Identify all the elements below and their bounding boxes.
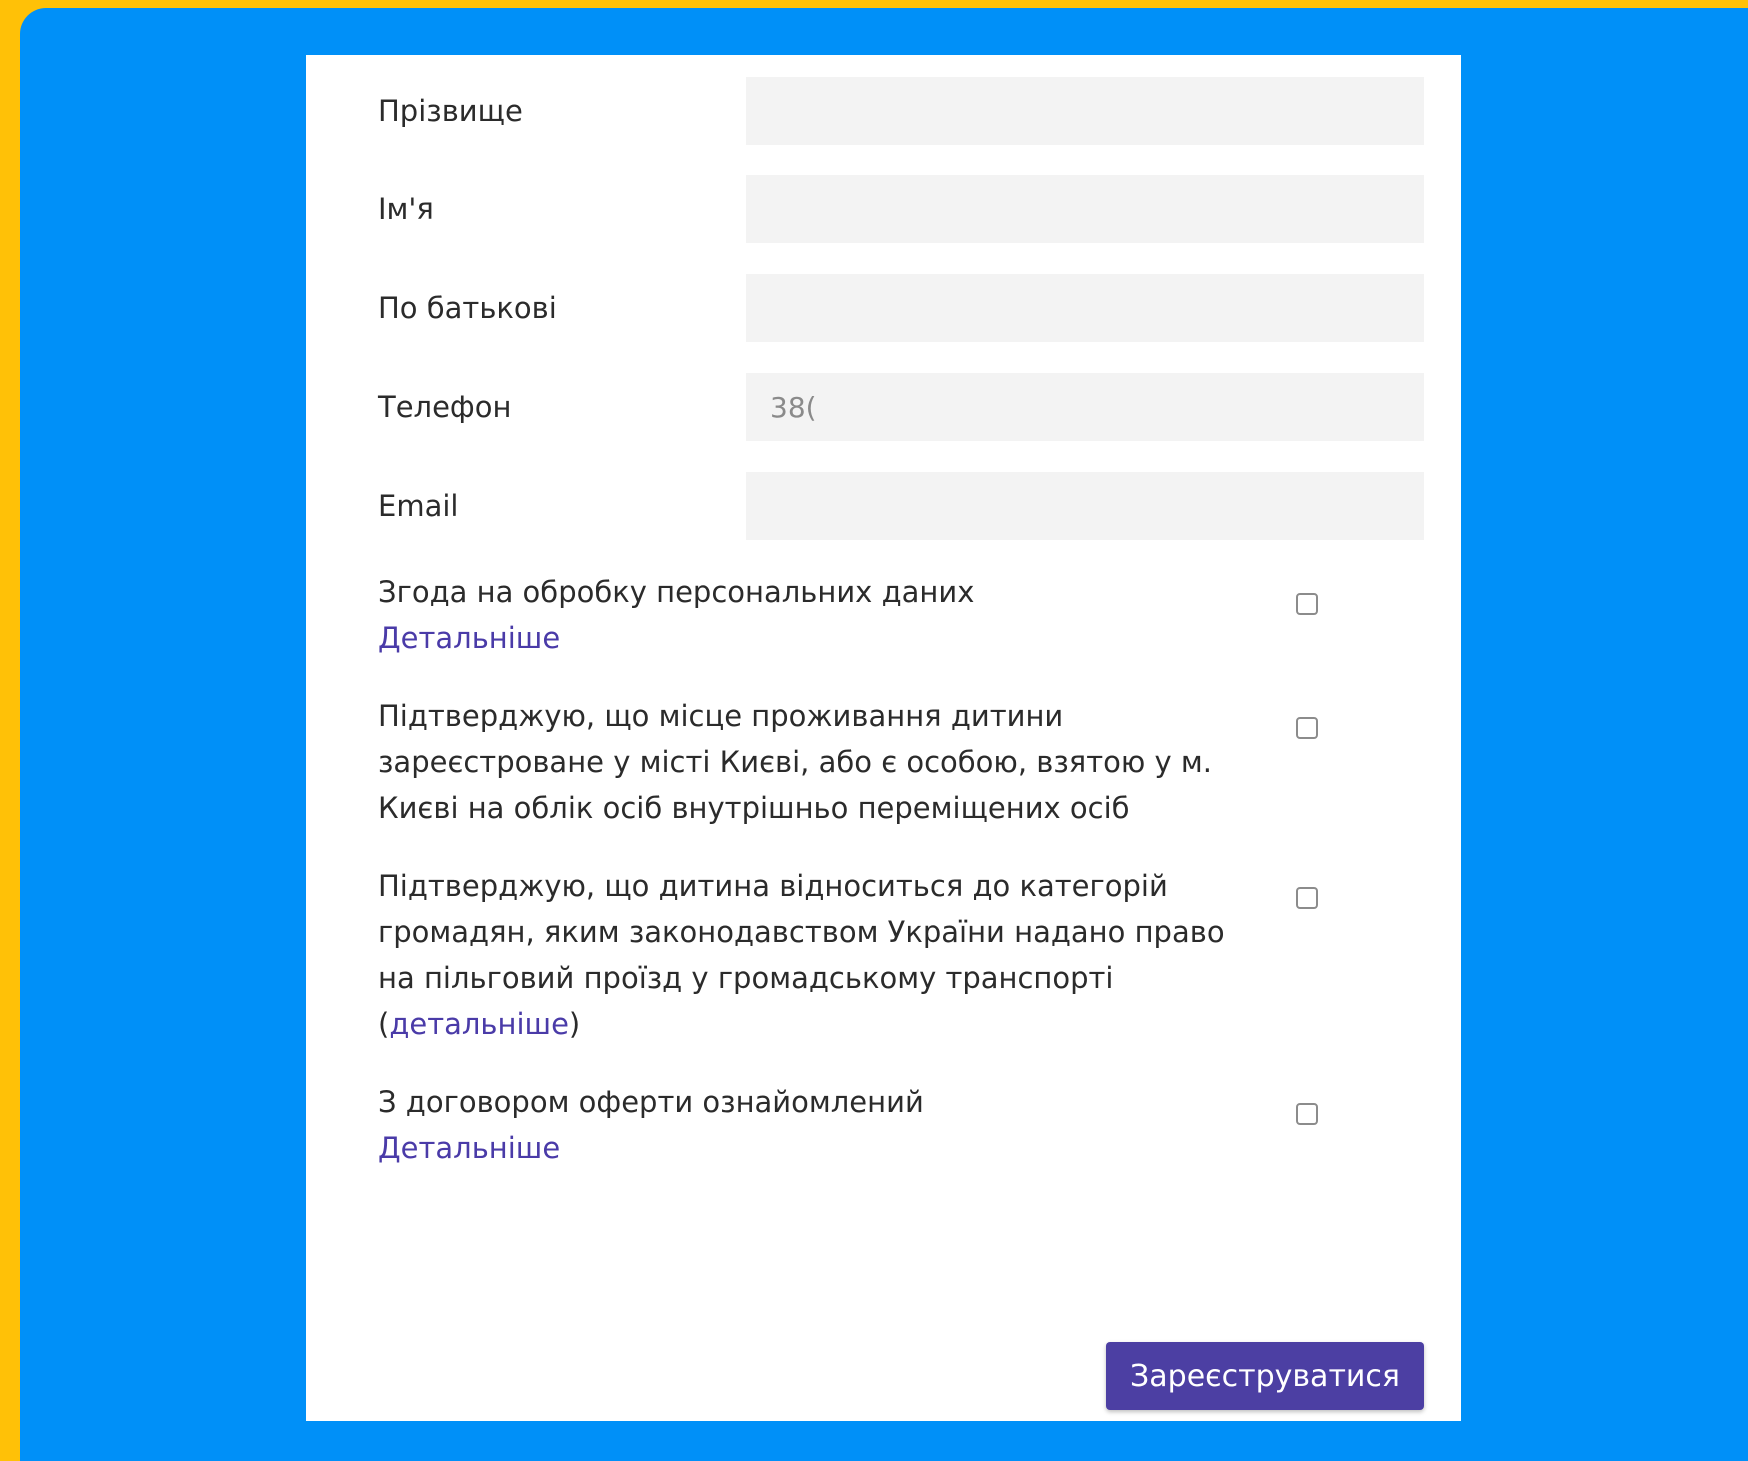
personal-data-details-link[interactable]: Детальніше [378,621,560,655]
email-label: Email [378,489,459,523]
patronymic-label: По батькові [378,291,557,325]
consent-offer-text: З договором оферти ознайомлений [378,1085,924,1119]
consent-offer: З договором оферти ознайомлений Детальні… [378,1079,1228,1171]
phone-label: Телефон [378,390,512,424]
surname-input[interactable] [746,77,1424,145]
consent-benefit: Підтверджую, що дитина відноситься до ка… [378,863,1228,1047]
offer-details-link[interactable]: Детальніше [378,1131,560,1165]
benefit-close-paren: ) [568,1007,581,1041]
benefit-open-paren: ( [378,1007,390,1041]
patronymic-input[interactable] [746,274,1424,342]
register-button[interactable]: Зареєструватися [1106,1342,1424,1410]
consent-personal-data: Згода на обробку персональних даних Дета… [378,569,1228,661]
consent-benefit-text: Підтверджую, що дитина відноситься до ка… [378,869,1225,995]
offer-checkbox[interactable] [1296,1103,1318,1125]
first-name-input[interactable] [746,175,1424,243]
email-input[interactable] [746,472,1424,540]
residence-checkbox[interactable] [1296,717,1318,739]
phone-input[interactable] [746,373,1424,441]
consent-residence-text: Підтверджую, що місце проживання дитини … [378,699,1212,825]
benefit-checkbox[interactable] [1296,887,1318,909]
personal-data-checkbox[interactable] [1296,593,1318,615]
registration-form: Прізвище Ім'я По батькові Телефон Email … [306,55,1461,1421]
consent-residence: Підтверджую, що місце проживання дитини … [378,693,1228,831]
surname-label: Прізвище [378,94,523,128]
first-name-label: Ім'я [378,192,434,226]
benefit-details-link[interactable]: детальніше [389,1007,569,1041]
consent-personal-data-text: Згода на обробку персональних даних [378,575,975,609]
